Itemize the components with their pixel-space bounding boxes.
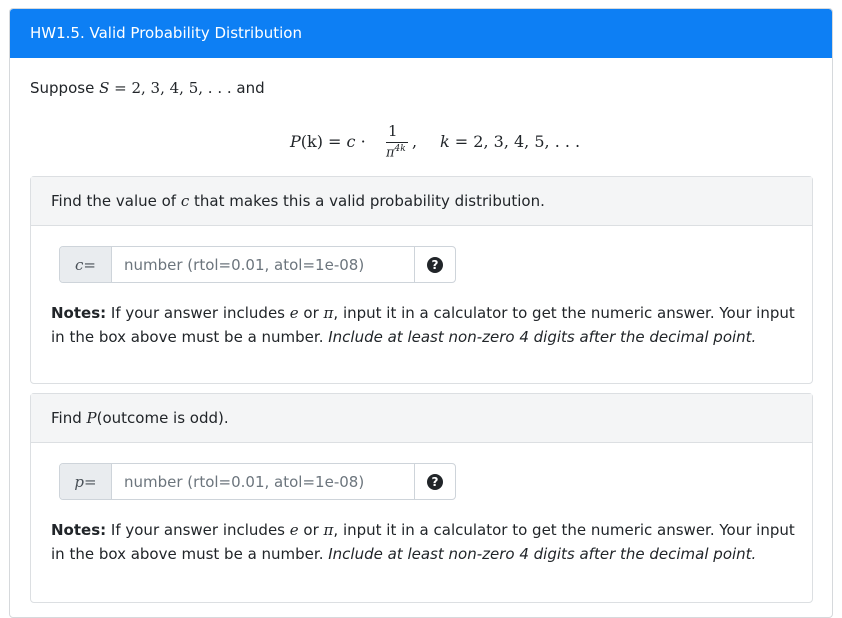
help-button[interactable]: ? xyxy=(414,464,455,499)
part-2-prompt: Find P(outcome is odd). xyxy=(31,394,812,443)
card-title: HW1.5. Valid Probability Distribution xyxy=(10,9,832,58)
answer-input-group-c: c = ? xyxy=(59,246,456,283)
question-card: HW1.5. Valid Probability Distribution Su… xyxy=(9,8,833,618)
c-answer-input[interactable] xyxy=(112,247,414,282)
input-label-c: c = xyxy=(60,247,112,282)
answer-input-group-p: p = ? xyxy=(59,463,456,500)
input-label-p: p = xyxy=(60,464,112,499)
notes-text: Notes: If your answer includes e or π, i… xyxy=(51,521,795,563)
question-mark-icon: ? xyxy=(427,473,443,490)
question-part-1: Find the value of c that makes this a va… xyxy=(30,176,813,384)
part-1-prompt: Find the value of c that makes this a va… xyxy=(31,177,812,226)
help-button[interactable]: ? xyxy=(414,247,455,282)
question-part-2: Find P(outcome is odd). p = ? Notes: If … xyxy=(30,393,813,603)
problem-intro: Suppose S = 2, 3, 4, 5, . . . and xyxy=(30,79,265,97)
question-mark-icon: ? xyxy=(427,256,443,273)
notes-text: Notes: If your answer includes e or π, i… xyxy=(51,304,795,346)
p-answer-input[interactable] xyxy=(112,464,414,499)
